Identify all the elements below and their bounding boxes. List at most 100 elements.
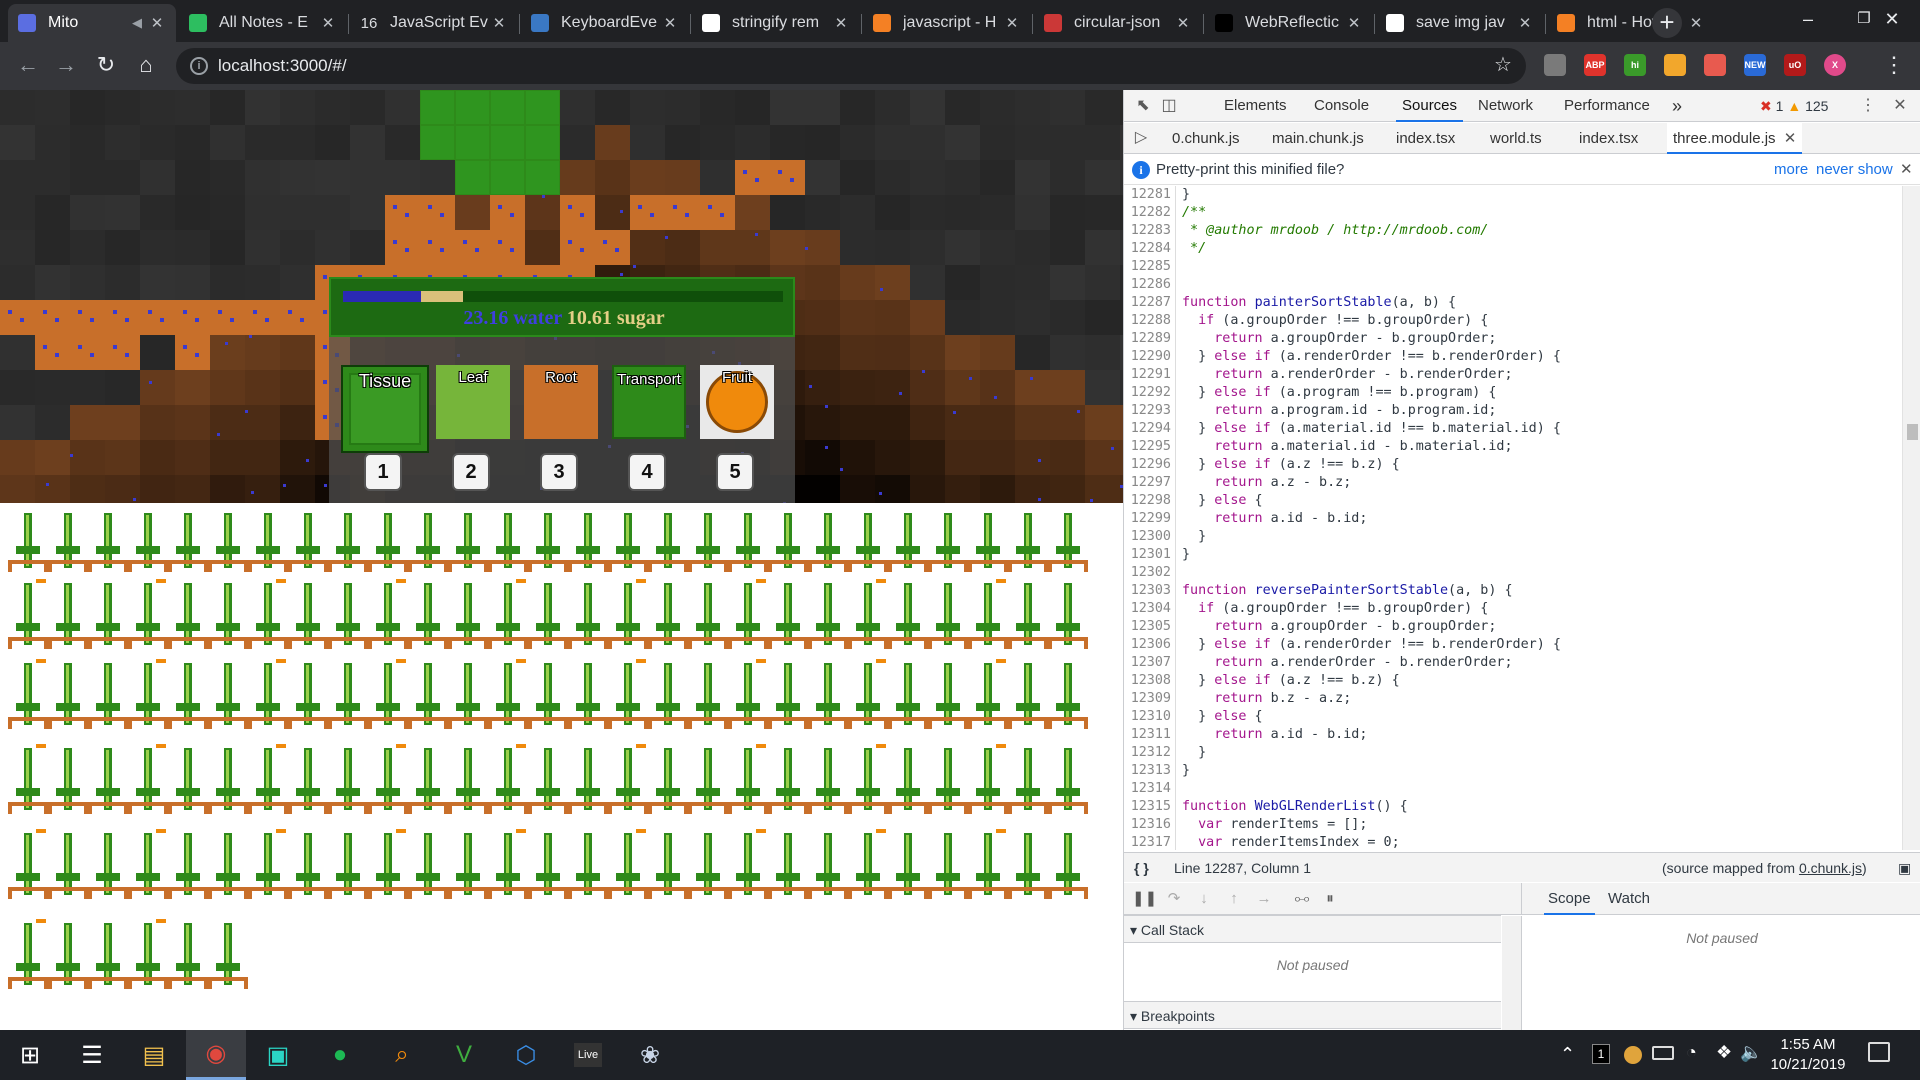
line-number-gutter[interactable]: 12281 12282 12283 12284 12285 12286 12287 12288… [1124,186,1176,850]
browser-tab[interactable]: Mito ◀ ✕ [8,4,176,42]
browser-tab[interactable]: 16 JavaScript Ev ✕ [350,4,518,42]
hotkey-3[interactable]: 3 [540,453,578,491]
code-line[interactable]: } else if (a.program !== b.program) { [1182,384,1902,402]
hotkey-4[interactable]: 4 [628,453,666,491]
line-number[interactable]: 12313 [1124,762,1175,780]
code-line[interactable]: var renderItemsIndex = 0; [1182,834,1902,850]
close-file-icon[interactable]: ✕ [1784,130,1797,147]
forward-button[interactable]: → [52,52,80,80]
close-tab-icon[interactable]: ✕ [1687,14,1705,32]
tray-notification-icon[interactable]: 1 [1592,1044,1610,1064]
breakpoints-header[interactable]: ▾ Breakpoints [1124,1001,1501,1029]
line-number[interactable]: 12304 [1124,600,1175,618]
browser-tab[interactable]: KeyboardEve ✕ [521,4,689,42]
line-number[interactable]: 12293 [1124,402,1175,420]
close-tab-icon[interactable]: ✕ [1345,14,1363,32]
line-number[interactable]: 12308 [1124,672,1175,690]
close-tab-icon[interactable]: ✕ [490,14,508,32]
code-line[interactable]: } [1182,546,1902,564]
search-app-icon[interactable]: ⌕ [372,1030,432,1080]
start-icon[interactable]: ⊞ [0,1030,60,1080]
line-number[interactable]: 12292 [1124,384,1175,402]
fruit-card[interactable]: Fruit [700,365,774,439]
code-line[interactable]: } [1182,762,1902,780]
browser-tab[interactable]: WebReflectic ✕ [1205,4,1373,42]
file-tab-index-tsx-2[interactable]: index.tsx [1579,123,1638,154]
close-tab-icon[interactable]: ✕ [661,14,679,32]
file-tab-0-chunk[interactable]: 0.chunk.js [1172,123,1240,154]
code-line[interactable]: } [1182,744,1902,762]
source-map-link[interactable]: 0.chunk.js [1799,860,1862,876]
hotkey-1[interactable]: 1 [364,453,402,491]
more-tabs-icon[interactable]: » [1672,90,1682,122]
browser-tab[interactable]: circular-json ✕ [1034,4,1202,42]
line-number[interactable]: 12309 [1124,690,1175,708]
file-tab-main-chunk[interactable]: main.chunk.js [1272,123,1364,154]
line-number[interactable]: 12312 [1124,744,1175,762]
line-number[interactable]: 12281 [1124,186,1175,204]
address-bar[interactable]: i localhost:3000/#/ [176,48,1526,84]
vertical-scrollbar[interactable] [1902,186,1920,850]
line-number[interactable]: 12305 [1124,618,1175,636]
code-line[interactable]: return a.z - b.z; [1182,474,1902,492]
line-number[interactable]: 12299 [1124,510,1175,528]
paint-icon[interactable]: ❀ [620,1030,680,1080]
task-view-icon[interactable]: ☰ [62,1030,122,1080]
browser-tab[interactable]: html - How t ✕ [1547,4,1715,42]
battery-icon[interactable] [1652,1046,1674,1060]
line-number[interactable]: 12294 [1124,420,1175,438]
console-icon[interactable]: ▣ [248,1030,308,1080]
code-line[interactable]: if (a.groupOrder !== b.groupOrder) { [1182,600,1902,618]
close-devtools-icon[interactable]: ✕ [1891,97,1909,115]
line-number[interactable]: 12282 [1124,204,1175,222]
line-number[interactable]: 12314 [1124,780,1175,798]
code-line[interactable]: return a.groupOrder - b.groupOrder; [1182,330,1902,348]
line-number[interactable]: 12287 [1124,294,1175,312]
toggle-navigator-icon[interactable]: ▷ [1132,129,1150,147]
code-line[interactable]: return a.program.id - b.program.id; [1182,402,1902,420]
line-number[interactable]: 12301 [1124,546,1175,564]
file-explorer-icon[interactable]: ▤ [124,1030,184,1080]
code-line[interactable]: return a.id - b.id; [1182,726,1902,744]
browser-tab[interactable]: save img jav ✕ [1376,4,1544,42]
profile-icon[interactable]: X [1824,54,1846,76]
code-editor[interactable]: 12281 12282 12283 12284 12285 12286 12287 12288… [1124,186,1920,850]
close-tab-icon[interactable]: ✕ [1516,14,1534,32]
step-into-icon[interactable]: ↓ [1194,889,1214,909]
close-tab-icon[interactable]: ✕ [1003,14,1021,32]
file-tab-world-ts[interactable]: world.ts [1490,123,1542,154]
live-icon[interactable]: Live [558,1030,618,1080]
line-number[interactable]: 12286 [1124,276,1175,294]
tab-scope[interactable]: Scope [1544,883,1595,915]
info-icon[interactable]: i [190,57,208,75]
home-button[interactable]: ⌂ [132,52,160,80]
line-number[interactable]: 12315 [1124,798,1175,816]
mute-tab-icon[interactable]: ◀ [132,15,142,31]
code-line[interactable] [1182,258,1902,276]
plant-extension-icon[interactable]: hi [1624,54,1646,76]
close-tab-icon[interactable]: ✕ [319,14,337,32]
vim-icon[interactable]: V [434,1030,494,1080]
bookmark-star-icon[interactable]: ☆ [1494,52,1512,77]
tab-watch[interactable]: Watch [1608,883,1650,915]
adblock-icon[interactable]: ABP [1584,54,1606,76]
deactivate-breakpoints-icon[interactable]: ⧟ [1292,889,1312,909]
code-line[interactable]: /** [1182,204,1902,222]
browser-tab[interactable]: javascript - H ✕ [863,4,1031,42]
spotify-icon[interactable]: ● [310,1030,370,1080]
wifi-icon[interactable]: ◔ [1686,1042,1697,1063]
pause-on-exceptions-icon[interactable]: ⏸ [1320,889,1340,909]
code-line[interactable] [1182,276,1902,294]
issue-counter[interactable]: ✖ 1 ▲ 125 [1760,90,1828,122]
dropbox-icon[interactable]: ❖ [1716,1042,1732,1063]
line-number[interactable]: 12295 [1124,438,1175,456]
tab-performance[interactable]: Performance [1564,90,1650,122]
code-line[interactable]: return a.renderOrder - b.renderOrder; [1182,654,1902,672]
transport-card[interactable]: Transport [612,365,686,439]
game-viewport[interactable]: 23.16 water 10.61 sugar Tissue Leaf Root… [0,90,1123,1030]
inspect-element-icon[interactable]: ⬉ [1134,97,1152,115]
file-tab-three-module[interactable]: three.module.js ✕ [1667,123,1803,154]
pause-icon[interactable]: ❚❚ [1132,889,1157,909]
never-show-link[interactable]: never show [1816,155,1893,185]
opera-icon[interactable] [1544,54,1566,76]
